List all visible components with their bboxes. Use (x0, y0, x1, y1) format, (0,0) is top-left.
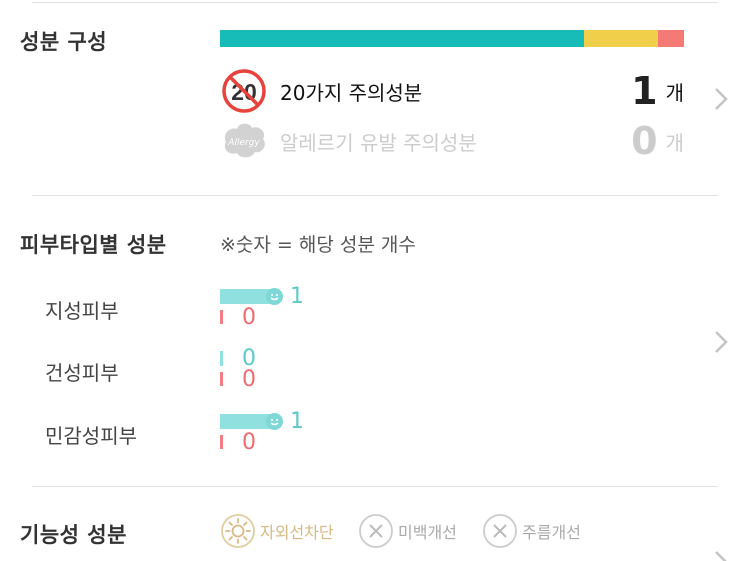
allergy-caution-unit: 개 (665, 130, 684, 155)
oily-good-count: 1 (290, 284, 304, 309)
function-label-uv: 자외선차단 (260, 523, 334, 542)
skin-label-oily: 지성피부 (45, 299, 119, 323)
dry-good-bar (220, 351, 223, 366)
function-uv-protection: 자외선차단 (220, 512, 334, 550)
composition-bar (220, 30, 684, 47)
allergy-icon: Allergy (220, 118, 268, 164)
allergy-caution-label: 알레르기 유발 주의성분 (280, 130, 477, 155)
skin-label-dry: 건성피부 (45, 361, 119, 385)
skin-label-sensitive: 민감성피부 (45, 424, 137, 448)
twenty-caution-count: 1 (631, 69, 658, 113)
x-circle-icon (358, 513, 394, 549)
functional-chevron-right-icon[interactable] (714, 550, 728, 561)
section-divider-2 (32, 486, 718, 487)
skin-type-title: 피부타입별 성분 (20, 233, 167, 257)
composition-segment-safe (220, 30, 585, 47)
twenty-caution-label: 20가지 주의성분 (280, 80, 423, 105)
skin-type-chevron-right-icon[interactable] (714, 330, 728, 354)
skin-type-note: ※숫자 = 해당 성분 개수 (220, 234, 416, 256)
composition-title: 성분 구성 (20, 30, 108, 54)
no-20-icon: 20 (220, 68, 268, 114)
oily-bad-bar (220, 310, 223, 324)
sun-icon (220, 513, 256, 549)
function-whitening: 미백개선 (358, 512, 457, 550)
sensitive-bad-count: 0 (242, 430, 256, 455)
smile-icon (266, 288, 283, 305)
composition-segment-caution (584, 30, 659, 47)
function-label-whitening: 미백개선 (398, 523, 457, 542)
x-circle-icon (482, 513, 518, 549)
sensitive-good-count: 1 (290, 409, 304, 434)
section-divider-1 (32, 195, 718, 196)
dry-bad-bar (220, 372, 223, 386)
twenty-caution-unit: 개 (665, 80, 684, 105)
dry-bad-count: 0 (242, 367, 256, 392)
sensitive-bad-bar (220, 435, 223, 449)
function-wrinkle: 주름개선 (482, 512, 581, 550)
top-divider (32, 2, 718, 3)
twenty-caution-row[interactable]: 20 20가지 주의성분 1 개 (220, 68, 684, 114)
smile-icon (266, 413, 283, 430)
oily-bad-count: 0 (242, 305, 256, 330)
allergy-caution-row[interactable]: Allergy 알레르기 유발 주의성분 0 개 (220, 118, 684, 164)
function-label-wrinkle: 주름개선 (522, 523, 581, 542)
allergy-caution-count: 0 (631, 119, 658, 163)
functional-title: 기능성 성분 (20, 523, 127, 547)
svg-text:Allergy: Allergy (227, 138, 260, 148)
composition-chevron-right-icon[interactable] (714, 87, 728, 111)
composition-segment-warning (658, 30, 684, 47)
